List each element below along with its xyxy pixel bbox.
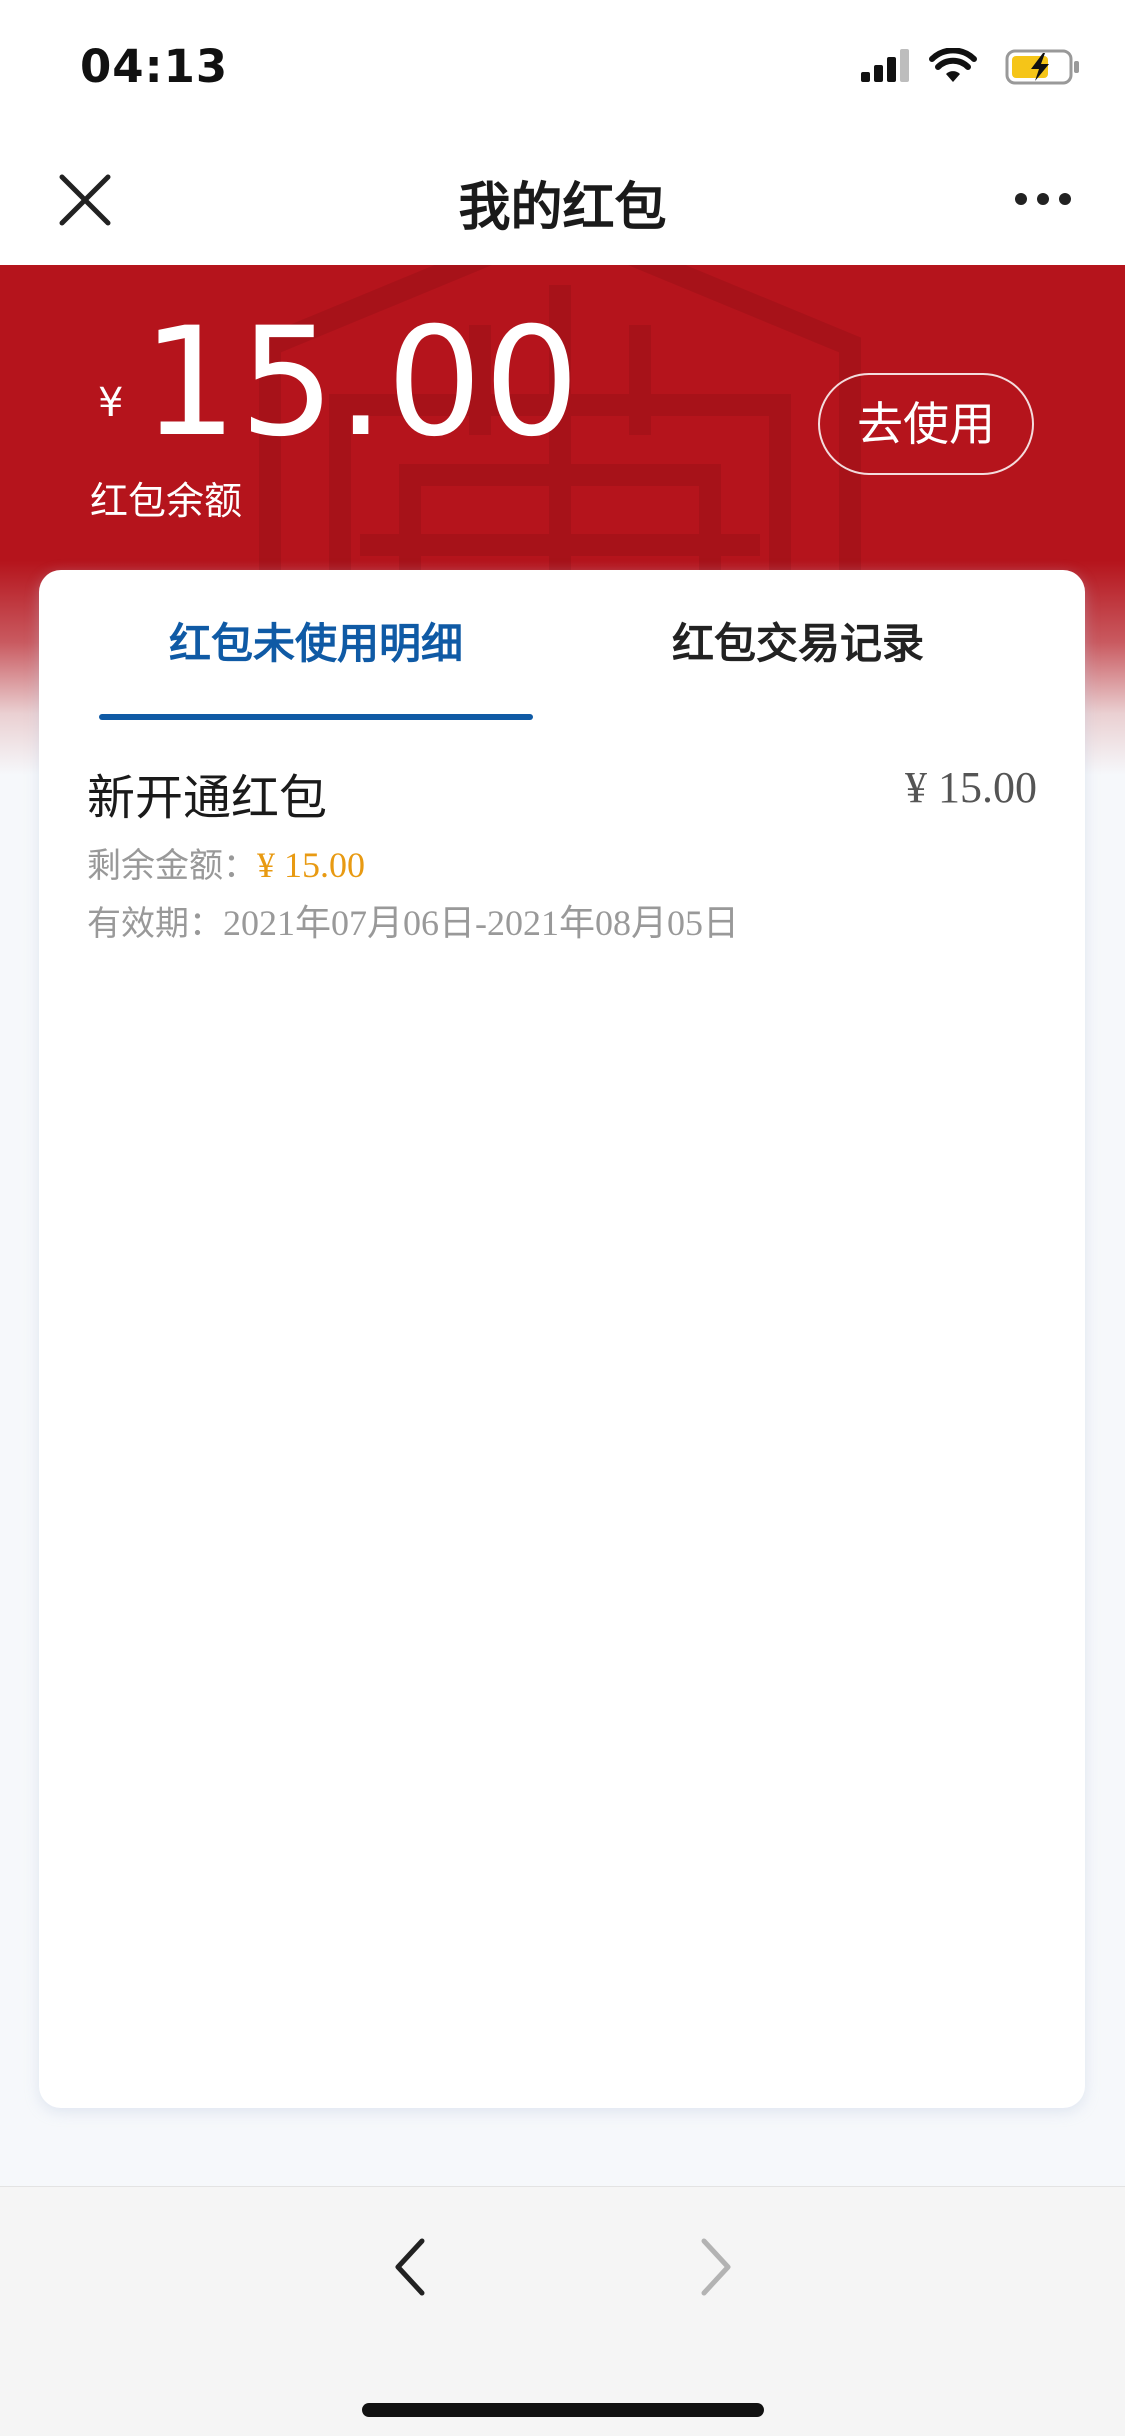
coupon-title: 新开通红包 bbox=[87, 770, 328, 826]
more-icon[interactable] bbox=[1013, 187, 1073, 211]
coupon-remaining-row: 剩余金额：¥ 15.00 bbox=[87, 838, 365, 887]
navigation-bar: 我的红包 bbox=[0, 135, 1125, 265]
status-bar: 04:13 bbox=[0, 0, 1125, 135]
balance-label: 红包余额 bbox=[90, 479, 243, 523]
home-indicator bbox=[362, 2403, 764, 2417]
list-item[interactable]: 新开通红包 ¥ 15.00 剩余金额：¥ 15.00 有效期：2021年07月0… bbox=[39, 750, 1085, 950]
remaining-label: 剩余金额： bbox=[87, 846, 257, 886]
validity-label: 有效期： bbox=[87, 904, 223, 944]
tab-transaction-records[interactable]: 红包交易记录 bbox=[581, 610, 1015, 710]
active-tab-indicator bbox=[99, 714, 533, 720]
balance-amount: 15.00 bbox=[142, 296, 582, 470]
remaining-value: ¥ 15.00 bbox=[257, 845, 365, 885]
page-title: 我的红包 bbox=[458, 178, 667, 238]
status-time: 04:13 bbox=[80, 40, 229, 93]
currency-symbol: ¥ bbox=[98, 380, 124, 426]
coupon-amount: ¥ 15.00 bbox=[905, 763, 1037, 812]
coupon-card: 红包未使用明细 红包交易记录 新开通红包 ¥ 15.00 剩余金额：¥ 15.0… bbox=[39, 570, 1085, 2108]
chevron-left-icon[interactable] bbox=[390, 2235, 430, 2299]
tab-unused-details[interactable]: 红包未使用明细 bbox=[99, 610, 533, 710]
chevron-right-icon[interactable] bbox=[696, 2235, 736, 2299]
battery-charging-icon bbox=[1005, 49, 1079, 85]
use-button[interactable]: 去使用 bbox=[818, 373, 1034, 475]
validity-value: 2021年07月06日-2021年08月05日 bbox=[223, 903, 739, 943]
coupon-validity-row: 有效期：2021年07月06日-2021年08月05日 bbox=[87, 894, 739, 946]
bottom-toolbar bbox=[0, 2186, 1125, 2436]
cellular-signal-icon bbox=[861, 49, 909, 82]
wifi-icon bbox=[929, 48, 977, 82]
